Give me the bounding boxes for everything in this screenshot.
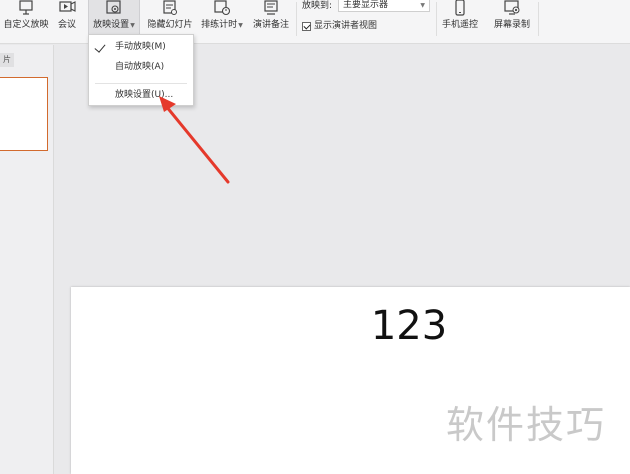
annotation-arrow-icon bbox=[159, 96, 230, 184]
